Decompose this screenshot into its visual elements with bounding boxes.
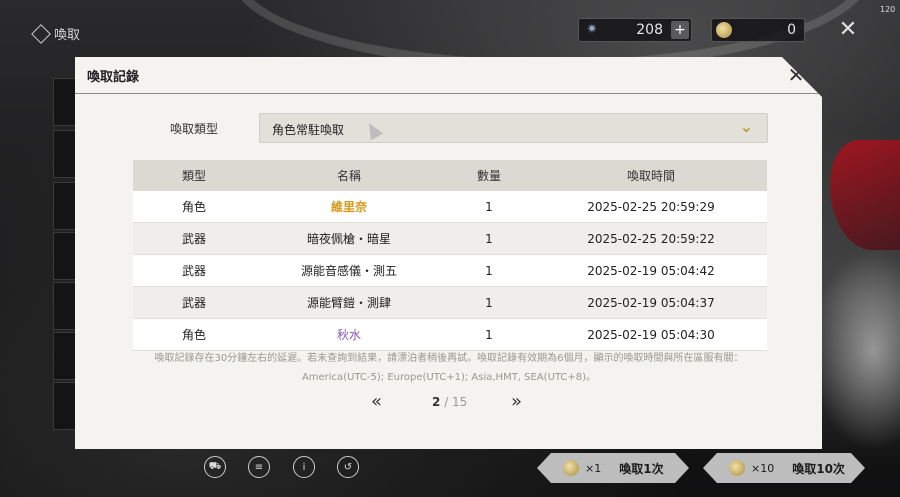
- history-note-line-2: America(UTC-5); Europe(UTC+1); Asia,HMT,…: [301, 372, 597, 383]
- table-row: 角色 維里奈 1 2025-02-25 20:59:29: [133, 191, 767, 223]
- pull-once-label: 喚取1次: [619, 461, 664, 476]
- pull-once-button[interactable]: ×1 喚取1次: [537, 453, 689, 483]
- row-type: 角色: [133, 319, 255, 351]
- row-time: 2025-02-19 05:04:42: [535, 255, 767, 287]
- dialog-header: 喚取記錄 ✕: [75, 57, 822, 94]
- current-page: 2: [432, 395, 441, 409]
- history-table: 類型 名稱 數量 喚取時間 角色 維里奈 1 2025-02-25 20:59:…: [133, 160, 767, 351]
- previous-page-button[interactable]: «: [371, 391, 382, 412]
- total-pages: / 15: [444, 395, 468, 409]
- star-count: 208: [636, 22, 663, 38]
- row-type: 角色: [133, 191, 255, 223]
- info-icon[interactable]: i: [293, 456, 315, 478]
- pull-ten-cost: ×10: [751, 461, 775, 475]
- convene-type-dropdown[interactable]: 角色常駐喚取 ⌄: [259, 113, 768, 143]
- column-header-quantity: 數量: [443, 160, 535, 191]
- details-icon[interactable]: ≡: [248, 456, 270, 478]
- row-name: 維里奈: [255, 191, 443, 223]
- row-type: 武器: [133, 255, 255, 287]
- row-name: 源能音感儀・測五: [255, 255, 443, 287]
- screen-title: 喚取: [31, 23, 81, 44]
- coin-icon: [563, 460, 579, 476]
- coin-currency: 0: [711, 18, 805, 42]
- chevron-down-icon: ⌄: [739, 117, 753, 136]
- column-header-time: 喚取時間: [535, 160, 767, 191]
- table-row: 角色 秋水 1 2025-02-19 05:04:30: [133, 319, 767, 351]
- table-header-row: 類型 名稱 數量 喚取時間: [133, 160, 767, 191]
- coin-icon: [729, 460, 745, 476]
- page-indicator: 2 / 15: [432, 395, 467, 409]
- pull-ten-label: 喚取10次: [792, 461, 845, 476]
- row-quantity: 1: [443, 255, 535, 287]
- add-star-button[interactable]: +: [671, 21, 689, 39]
- table-row: 武器 源能臂鎧・測肆 1 2025-02-19 05:04:37: [133, 287, 767, 319]
- banner-tab-4[interactable]: [53, 232, 77, 280]
- history-note-line-1: 喚取記錄存在30分鐘左右的延遲。若未查詢到結果，請漂泊者稍後再試。喚取記錄有效期…: [154, 353, 744, 364]
- banner-tab-5[interactable]: [53, 282, 77, 330]
- row-time: 2025-02-19 05:04:37: [535, 287, 767, 319]
- row-time: 2025-02-25 20:59:22: [535, 223, 767, 255]
- column-header-name: 名稱: [255, 160, 443, 191]
- row-type: 武器: [133, 287, 255, 319]
- shop-icon[interactable]: ⛟: [204, 456, 226, 478]
- column-header-type: 類型: [133, 160, 255, 191]
- next-page-button[interactable]: »: [511, 391, 522, 412]
- row-time: 2025-02-25 20:59:29: [535, 191, 767, 223]
- banner-tab-7[interactable]: [53, 382, 77, 430]
- close-screen-button[interactable]: ✕: [836, 18, 860, 42]
- history-icon[interactable]: ↺: [337, 456, 359, 478]
- banner-tab-3[interactable]: [53, 182, 77, 230]
- banner-tab-6[interactable]: [53, 332, 77, 380]
- banner-tab-1[interactable]: [53, 78, 77, 126]
- row-quantity: 1: [443, 319, 535, 351]
- fps-counter: 120: [880, 5, 896, 14]
- row-type: 武器: [133, 223, 255, 255]
- row-name: 源能臂鎧・測肆: [255, 287, 443, 319]
- convene-type-value: 角色常駐喚取: [272, 123, 345, 137]
- row-quantity: 1: [443, 223, 535, 255]
- dialog-title: 喚取記錄: [87, 70, 140, 85]
- background-character: [810, 250, 900, 450]
- row-quantity: 1: [443, 191, 535, 223]
- convene-history-dialog: 喚取記錄 ✕ 喚取類型 角色常駐喚取 ⌄ 類型 名稱 數量 喚取時間 角色 維里…: [75, 57, 822, 449]
- row-name: 秋水: [255, 319, 443, 351]
- row-name: 暗夜佩槍・暗星: [255, 223, 443, 255]
- row-time: 2025-02-19 05:04:30: [535, 319, 767, 351]
- star-currency: ✷ 208 +: [578, 18, 692, 42]
- screen-title-text: 喚取: [54, 28, 81, 43]
- coin-icon: [716, 22, 732, 38]
- history-note: 喚取記錄存在30分鐘左右的延遲。若未查詢到結果，請漂泊者稍後再試。喚取記錄有效期…: [115, 349, 783, 387]
- convene-logo-icon: [31, 23, 51, 44]
- pull-once-cost: ×1: [585, 461, 602, 475]
- convene-type-label: 喚取類型: [170, 122, 219, 136]
- banner-tab-2[interactable]: [53, 130, 77, 178]
- row-quantity: 1: [443, 287, 535, 319]
- table-row: 武器 暗夜佩槍・暗星 1 2025-02-25 20:59:22: [133, 223, 767, 255]
- coin-count: 0: [787, 22, 796, 38]
- star-icon: ✷: [586, 22, 598, 37]
- table-row: 武器 源能音感儀・測五 1 2025-02-19 05:04:42: [133, 255, 767, 287]
- pull-ten-button[interactable]: ×10 喚取10次: [703, 453, 865, 483]
